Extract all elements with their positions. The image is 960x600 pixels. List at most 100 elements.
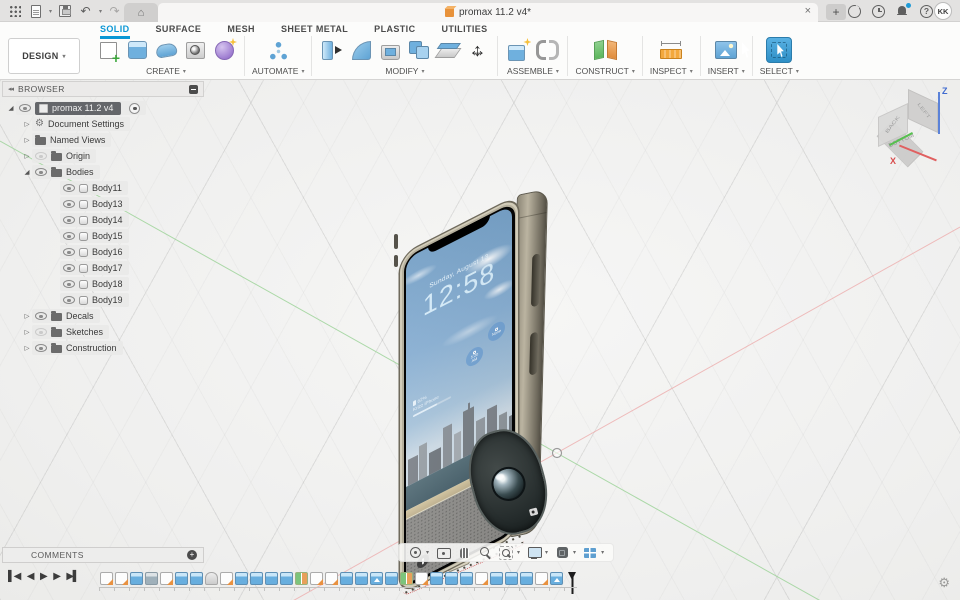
visibility-eye-icon[interactable] <box>63 248 75 256</box>
step-back-button[interactable]: ◀ <box>27 572 33 582</box>
construct-plane-tool[interactable] <box>592 37 618 63</box>
timeline-feature-extrude[interactable] <box>175 572 188 585</box>
measure-tool[interactable] <box>658 37 684 63</box>
expand-icon[interactable]: ▷ <box>22 312 32 320</box>
timeline-feature-plane[interactable] <box>295 572 308 585</box>
collapse-icon[interactable]: ◢ <box>6 104 16 112</box>
app-launcher-icon[interactable] <box>6 3 23 20</box>
chevron-down-icon[interactable]: ▾ <box>545 549 548 556</box>
group-label-modify[interactable]: MODIFY▾ <box>385 66 424 76</box>
group-label-select[interactable]: SELECT▾ <box>760 66 799 76</box>
timeline-feature-sketch[interactable] <box>160 572 173 585</box>
avatar[interactable]: KK <box>934 2 952 20</box>
home-tab[interactable]: ⌂ <box>124 3 158 22</box>
visibility-eye-icon[interactable] <box>19 104 31 112</box>
sweep-tool[interactable] <box>153 37 179 63</box>
timeline-feature-extrude[interactable] <box>190 572 203 585</box>
expand-icon[interactable]: ▷ <box>22 328 32 336</box>
timeline-feature-sketch[interactable] <box>310 572 323 585</box>
visibility-eye-icon[interactable] <box>35 152 47 160</box>
design-menu-button[interactable]: DESIGN ▾ <box>8 38 80 74</box>
form-tool[interactable] <box>211 37 237 63</box>
create-sketch-tool[interactable] <box>95 37 121 63</box>
fillet-tool[interactable] <box>348 37 374 63</box>
joint-tool[interactable] <box>534 37 560 63</box>
shell-tool[interactable] <box>377 37 403 63</box>
new-component-tool[interactable] <box>505 37 531 63</box>
visibility-eye-icon[interactable] <box>63 280 75 288</box>
browser-row-construction[interactable]: ▷Construction <box>2 340 204 356</box>
browser-row-bodies[interactable]: ◢Bodies <box>2 164 204 180</box>
visibility-eye-icon[interactable] <box>63 184 75 192</box>
visibility-eye-icon[interactable] <box>35 328 47 336</box>
collapse-panel-icon[interactable]: ◂◂ <box>8 85 13 93</box>
comments-bar[interactable]: COMMENTS + <box>2 547 204 563</box>
timeline-settings-icon[interactable]: ⚙ <box>938 575 950 591</box>
visibility-eye-icon[interactable] <box>35 344 47 352</box>
file-icon[interactable] <box>27 3 44 20</box>
group-label-assemble[interactable]: ASSEMBLE▾ <box>507 66 559 76</box>
timeline-feature-sketch[interactable] <box>535 572 548 585</box>
timeline-feature-extrude[interactable] <box>265 572 278 585</box>
expand-icon[interactable]: ▷ <box>22 344 32 352</box>
timeline-feature-decal[interactable] <box>370 572 383 585</box>
group-label-insert[interactable]: INSERT▾ <box>708 66 745 76</box>
view-cube[interactable]: BACK LEFT BOTTOM Z X <box>874 86 958 170</box>
select-tool[interactable] <box>766 37 792 63</box>
new-tab-button[interactable]: + <box>826 4 846 20</box>
panel-menu-icon[interactable] <box>189 85 198 94</box>
timeline-feature-revolve[interactable] <box>145 572 158 585</box>
extrude-tool[interactable] <box>124 37 150 63</box>
timeline-feature-sketch[interactable] <box>220 572 233 585</box>
browser-row-body17[interactable]: Body17 <box>2 260 204 276</box>
visibility-eye-icon[interactable] <box>63 264 75 272</box>
close-tab-button[interactable]: × <box>805 5 811 17</box>
timeline-feature-extrude[interactable] <box>130 572 143 585</box>
browser-row-body15[interactable]: Body15 <box>2 228 204 244</box>
timeline-feature-sketch[interactable] <box>100 572 113 585</box>
visibility-eye-icon[interactable] <box>35 168 47 176</box>
job-status-icon[interactable] <box>846 3 863 20</box>
browser-row-body19[interactable]: Body19 <box>2 292 204 308</box>
browser-row-origin[interactable]: ▷Origin <box>2 148 204 164</box>
combine-tool[interactable] <box>406 37 432 63</box>
visibility-eye-icon[interactable] <box>35 312 47 320</box>
timeline-feature-sketch[interactable] <box>475 572 488 585</box>
timeline-feature-extrude[interactable] <box>460 572 473 585</box>
timeline-feature-extrude[interactable] <box>430 572 443 585</box>
expand-icon[interactable]: ▷ <box>22 136 32 144</box>
step-forward-button[interactable]: ▶ <box>53 572 59 582</box>
timeline-feature-extrude[interactable] <box>505 572 518 585</box>
chevron-down-icon[interactable]: ▾ <box>517 549 520 556</box>
timeline-feature-sketch[interactable] <box>115 572 128 585</box>
timeline-feature-extrude[interactable] <box>355 572 368 585</box>
expand-icon[interactable]: ▷ <box>22 120 32 128</box>
timeline-feature-extrude[interactable] <box>520 572 533 585</box>
timeline-feature-fillet[interactable] <box>205 572 218 585</box>
save-icon[interactable] <box>56 3 73 20</box>
timeline-feature-extrude[interactable] <box>385 572 398 585</box>
split-body-tool[interactable] <box>435 37 461 63</box>
timeline-feature-extrude[interactable] <box>250 572 263 585</box>
grid-display-icon[interactable] <box>555 546 569 560</box>
activate-radio[interactable] <box>129 103 140 114</box>
timeline-feature-plane[interactable] <box>400 572 413 585</box>
orbit-icon[interactable] <box>408 546 422 560</box>
look-at-icon[interactable] <box>436 546 450 560</box>
hole-tool[interactable] <box>182 37 208 63</box>
insert-image-tool[interactable] <box>713 37 739 63</box>
browser-row-named-views[interactable]: ▷Named Views <box>2 132 204 148</box>
skip-end-button[interactable]: ▶▌ <box>66 572 78 582</box>
visibility-eye-icon[interactable] <box>63 296 75 304</box>
play-button[interactable]: ▶ <box>40 572 46 582</box>
timeline-feature-extrude[interactable] <box>490 572 503 585</box>
add-comment-icon[interactable]: + <box>187 550 197 560</box>
fit-icon[interactable] <box>499 546 513 560</box>
browser-row-body14[interactable]: Body14 <box>2 212 204 228</box>
visibility-eye-icon[interactable] <box>63 200 75 208</box>
browser-row-document-settings[interactable]: ▷⚙Document Settings <box>2 116 204 132</box>
group-label-automate[interactable]: AUTOMATE▾ <box>252 66 304 76</box>
group-label-inspect[interactable]: INSPECT▾ <box>650 66 693 76</box>
expand-icon[interactable]: ▷ <box>22 152 32 160</box>
timeline-feature-sketch[interactable] <box>325 572 338 585</box>
